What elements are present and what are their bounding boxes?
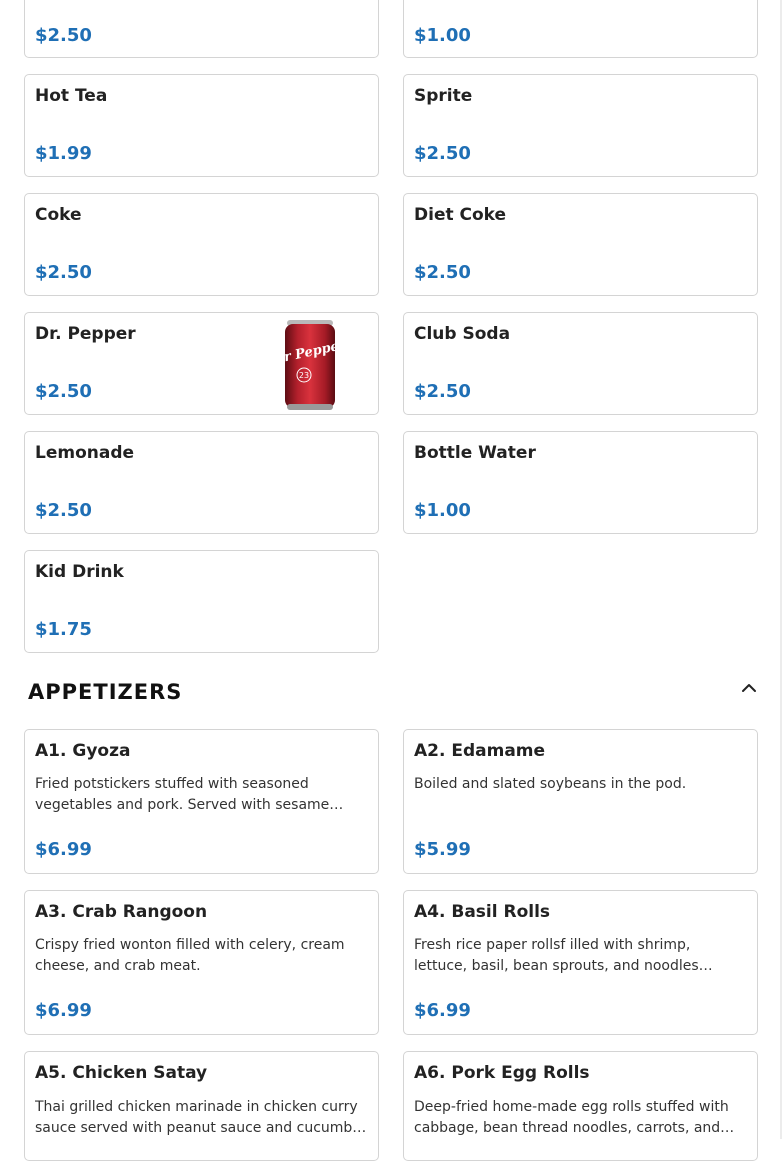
chevron-up-icon[interactable] [738, 677, 760, 699]
menu-item-card[interactable]: Coke $2.50 [24, 193, 379, 296]
menu-item-card[interactable]: A3. Crab Rangoon Crispy fried wonton fil… [24, 890, 379, 1035]
item-price: $2.50 [35, 262, 92, 283]
item-price: $5.99 [414, 839, 471, 860]
item-description: Fried potstickers stuffed with seasoned … [35, 776, 344, 813]
item-name: Club Soda [414, 324, 511, 344]
item-price: $1.99 [35, 143, 92, 164]
item-name: Hot Tea [35, 86, 108, 106]
menu-item-card[interactable]: A1. Gyoza Fried potstickers stuffed with… [24, 729, 379, 874]
item-price: $2.50 [35, 500, 92, 521]
item-name: A1. Gyoza [35, 741, 131, 761]
item-description: Fresh rice paper rollsf illed with shrim… [414, 937, 713, 974]
item-name: A4. Basil Rolls [414, 902, 551, 922]
item-price: $1.00 [414, 500, 471, 521]
menu-item-card[interactable]: A2. Edamame Boiled and slated soybeans i… [403, 729, 758, 874]
menu-item-card[interactable]: Club Soda $2.50 [403, 312, 758, 415]
item-price: $2.50 [35, 25, 92, 46]
menu-item-card[interactable]: Dr. Pepper $2.50 Dr Pepper 23 [24, 312, 379, 415]
item-description: Deep-fried home-made egg rolls stuffed w… [414, 1099, 735, 1136]
menu-item-card[interactable]: $1.00 [403, 0, 758, 58]
item-price: $2.50 [414, 143, 471, 164]
menu-item-card[interactable]: Hot Tea $1.99 [24, 74, 379, 177]
item-name: Sprite [414, 86, 473, 106]
menu-item-card[interactable]: A5. Chicken Satay Thai grilled chicken m… [24, 1051, 379, 1161]
item-name: Kid Drink [35, 562, 124, 582]
item-name: A5. Chicken Satay [35, 1063, 208, 1083]
item-price: $6.99 [35, 839, 92, 860]
item-price: $6.99 [414, 1000, 471, 1021]
item-name: Diet Coke [414, 205, 507, 225]
item-price: $6.99 [35, 1000, 92, 1021]
menu-item-card[interactable]: Lemonade $2.50 [24, 431, 379, 534]
item-name: Dr. Pepper [35, 324, 136, 344]
menu-item-card[interactable]: Bottle Water $1.00 [403, 431, 758, 534]
item-description: Thai grilled chicken marinade in chicken… [35, 1099, 367, 1136]
menu-item-card[interactable]: Diet Coke $2.50 [403, 193, 758, 296]
menu-item-card[interactable]: A4. Basil Rolls Fresh rice paper rollsf … [403, 890, 758, 1035]
can-badge-text: 23 [299, 371, 309, 380]
item-name: Bottle Water [414, 443, 536, 463]
item-name: Lemonade [35, 443, 135, 463]
item-name: A3. Crab Rangoon [35, 902, 208, 922]
item-name: A6. Pork Egg Rolls [414, 1063, 590, 1083]
menu-item-card[interactable]: Kid Drink $1.75 [24, 550, 379, 653]
item-price: $2.50 [35, 381, 92, 402]
item-price: $1.75 [35, 619, 92, 640]
dr-pepper-can-image: Dr Pepper 23 [283, 320, 337, 410]
item-price: $1.00 [414, 25, 471, 46]
item-price: $2.50 [414, 381, 471, 402]
menu-item-card[interactable]: A6. Pork Egg Rolls Deep-fried home-made … [403, 1051, 758, 1161]
item-description: Boiled and slated soybeans in the pod. [414, 776, 687, 792]
menu-item-card[interactable]: Sprite $2.50 [403, 74, 758, 177]
item-name: Coke [35, 205, 82, 225]
menu-item-card[interactable]: $2.50 [24, 0, 379, 58]
item-price: $2.50 [414, 262, 471, 283]
section-title: APPETIZERS [28, 680, 183, 704]
item-name: A2. Edamame [414, 741, 546, 761]
item-description: Crispy fried wonton filled with celery, … [35, 937, 345, 974]
